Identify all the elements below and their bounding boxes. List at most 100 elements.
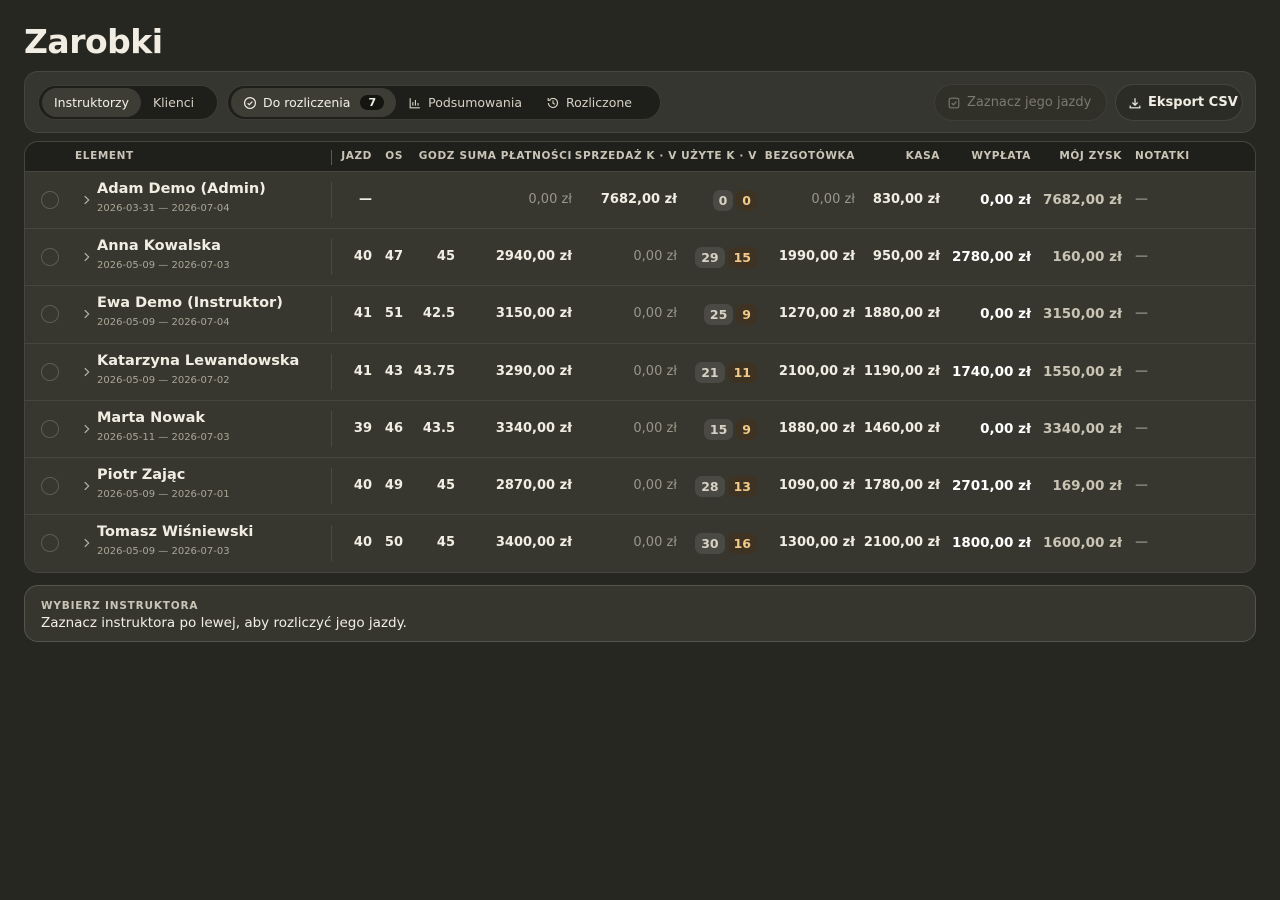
table-body: Adam Demo (Admin) 2026-03-31 — 2026-07-04…	[25, 172, 1255, 572]
cell-bezgotowka: 2100,00 zł	[778, 363, 855, 379]
cell-suma: 3400,00 zł	[495, 535, 572, 551]
cell-godz: 45	[436, 477, 455, 493]
used-v-pill: 11	[727, 361, 757, 383]
check-circle-icon	[243, 96, 257, 110]
cell-kasa: 1780,00 zł	[863, 477, 940, 493]
toggle-instructors[interactable]: Instruktorzy	[42, 88, 141, 117]
chevron-right-icon[interactable]	[79, 535, 93, 551]
page-title: Zarobki	[24, 22, 163, 61]
cell-bezgotowka: 0,00 zł	[811, 192, 855, 207]
cell-notatki[interactable]: —	[1135, 535, 1148, 550]
table-row[interactable]: Marta Nowak 2026-05-11 — 2026-07-03 39 46 43…	[25, 400, 1255, 458]
cell-godz: 45	[436, 249, 455, 265]
cell-suma: 3150,00 zł	[495, 306, 572, 322]
row-select-radio[interactable]	[41, 534, 59, 553]
table-row[interactable]: Tomasz Wiśniewski 2026-05-09 — 2026-07-03…	[25, 515, 1255, 572]
instructor-name: Marta Nowak	[97, 409, 206, 426]
chevron-right-icon[interactable]	[79, 421, 93, 437]
col-notatki[interactable]: NOTATKI	[1135, 142, 1190, 172]
row-select-radio[interactable]	[41, 191, 59, 209]
column-divider	[331, 525, 332, 562]
cell-kasa: 1880,00 zł	[863, 306, 940, 322]
cell-godz: 45	[436, 535, 455, 551]
cell-notatki[interactable]: —	[1135, 421, 1148, 436]
chevron-right-icon[interactable]	[79, 364, 93, 380]
column-divider	[331, 182, 332, 218]
tab-rozliczone[interactable]: Rozliczone	[534, 88, 644, 117]
cell-wyplata: 2701,00 zł	[951, 477, 1031, 494]
used-k-pill: 30	[695, 533, 725, 555]
download-icon	[1128, 96, 1142, 110]
table-row[interactable]: Katarzyna Lewandowska 2026-05-09 — 2026-0…	[25, 343, 1255, 401]
cell-notatki[interactable]: —	[1135, 364, 1148, 379]
select-instructor-card: WYBIERZ INSTRUKTORA Zaznacz instruktora …	[24, 585, 1256, 642]
used-k-pill: 0	[712, 190, 734, 211]
table-row[interactable]: Anna Kowalska 2026-05-09 — 2026-07-03 40 47…	[25, 229, 1255, 287]
cell-kasa: 950,00 zł	[872, 249, 940, 265]
table-row[interactable]: Piotr Zając 2026-05-09 — 2026-07-01 40 49 45…	[25, 457, 1255, 516]
col-zysk[interactable]: MÓJ ZYSK	[1059, 142, 1122, 172]
col-element[interactable]: ELEMENT	[75, 142, 134, 172]
chevron-right-icon[interactable]	[79, 306, 93, 322]
col-godz[interactable]: GODZ	[419, 142, 455, 172]
tab-do-rozliczenia[interactable]: Do rozliczenia 7	[231, 88, 397, 117]
used-kv: 00	[712, 190, 757, 211]
cell-notatki[interactable]: —	[1135, 192, 1148, 207]
instructor-name: Katarzyna Lewandowska	[97, 352, 300, 369]
tab-podsumowania[interactable]: Podsumowania	[396, 88, 534, 117]
earnings-table: ELEMENT JAZD OS GODZ SUMA PŁATNOŚCI SPRZ…	[24, 141, 1256, 573]
cell-suma: 3290,00 zł	[495, 363, 572, 379]
col-uzyte[interactable]: UŻYTE K · V	[681, 142, 757, 172]
date-range: 2026-05-09 — 2026-07-01	[97, 488, 230, 500]
chevron-right-icon[interactable]	[79, 249, 93, 265]
row-select-radio[interactable]	[41, 248, 59, 267]
used-k-pill: 15	[703, 418, 734, 440]
table-row[interactable]: Ewa Demo (Instruktor) 2026-05-09 — 2026-0…	[25, 286, 1255, 344]
cell-suma: 2940,00 zł	[495, 249, 572, 265]
row-select-radio[interactable]	[41, 419, 59, 438]
cell-kasa: 1190,00 zł	[863, 363, 940, 379]
history-icon	[546, 96, 560, 110]
chevron-right-icon[interactable]	[79, 192, 93, 208]
toggle-clients-label: Klienci	[152, 95, 195, 110]
bar-chart-icon	[408, 96, 422, 110]
cell-godz: 43.5	[422, 420, 455, 436]
used-k-pill: 29	[695, 247, 725, 269]
mark-rides-button[interactable]: Zaznacz jego jazdy	[934, 84, 1107, 121]
cell-notatki[interactable]: —	[1135, 249, 1148, 264]
cell-jazd: 40	[353, 535, 372, 551]
instructor-name: Anna Kowalska	[97, 238, 221, 255]
cell-zysk: 1550,00 zł	[1042, 363, 1122, 380]
toolbar: Instruktorzy Klienci Do rozliczenia 7 Po…	[24, 71, 1256, 133]
row-select-radio[interactable]	[41, 362, 59, 381]
row-select-radio[interactable]	[41, 476, 59, 495]
instructor-name: Piotr Zając	[97, 466, 186, 483]
cell-os: 46	[384, 420, 403, 436]
cell-sprzedaz: 0,00 zł	[633, 306, 677, 322]
toggle-clients[interactable]: Klienci	[141, 88, 206, 117]
table-row[interactable]: Adam Demo (Admin) 2026-03-31 — 2026-07-04…	[25, 172, 1255, 230]
cell-jazd: 41	[353, 306, 372, 322]
cell-zysk: 3150,00 zł	[1042, 306, 1122, 323]
cell-notatki[interactable]: —	[1135, 478, 1148, 493]
chevron-right-icon[interactable]	[79, 478, 93, 494]
column-divider	[331, 239, 332, 276]
column-divider	[331, 296, 332, 333]
cell-notatki[interactable]: —	[1135, 306, 1148, 321]
row-select-radio[interactable]	[41, 305, 59, 324]
count-badge: 7	[360, 95, 385, 110]
col-kasa[interactable]: KASA	[906, 142, 940, 172]
column-divider	[331, 150, 332, 165]
col-wyplata[interactable]: WYPŁATA	[971, 142, 1031, 172]
cell-sprzedaz: 0,00 zł	[633, 477, 677, 493]
col-sprzedaz[interactable]: SPRZEDAŻ K · V	[575, 142, 677, 172]
cell-suma: 2870,00 zł	[495, 477, 572, 493]
col-os[interactable]: OS	[385, 142, 403, 172]
col-jazd[interactable]: JAZD	[341, 142, 372, 172]
export-csv-button[interactable]: Eksport CSV	[1115, 84, 1243, 121]
date-range: 2026-05-09 — 2026-07-03	[97, 260, 230, 272]
used-v-pill: 15	[727, 247, 757, 269]
used-v-pill: 0	[736, 190, 757, 211]
col-bezgotowka[interactable]: BEZGOTÓWKA	[765, 142, 855, 172]
col-suma[interactable]: SUMA PŁATNOŚCI	[459, 142, 572, 172]
